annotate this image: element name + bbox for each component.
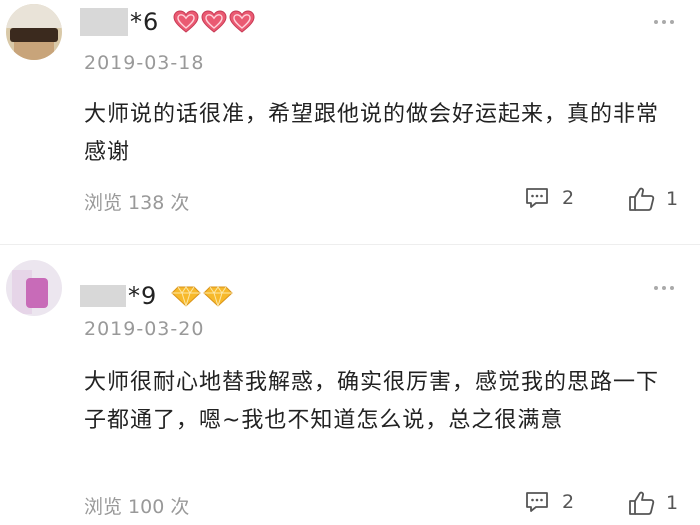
comment-item: *9 2019-03-20 大师很耐心地替我解惑，确实很厉害，感觉我的思路一下子… — [0, 0, 700, 518]
view-count: 浏览 100 次 — [84, 496, 190, 518]
reply-count: 2 — [562, 491, 575, 513]
thumbs-up-icon — [629, 491, 655, 515]
like-button[interactable]: 1 — [628, 490, 678, 516]
diamond-icon — [171, 286, 202, 307]
name-mask — [80, 285, 126, 307]
avatar[interactable] — [6, 260, 62, 316]
level-badges — [171, 285, 234, 307]
reply-button[interactable]: 2 — [524, 490, 574, 514]
username[interactable]: *9 — [128, 282, 157, 310]
comment-icon — [526, 492, 548, 512]
like-count: 1 — [666, 492, 679, 514]
comment-footer: 浏览 100 次 2 1 — [84, 490, 684, 522]
user-name-row: *9 — [80, 282, 234, 310]
more-options-icon[interactable] — [654, 286, 674, 290]
comment-date: 2019-03-20 — [84, 318, 205, 340]
diamond-icon — [203, 286, 234, 307]
comment-text: 大师很耐心地替我解惑，确实很厉害，感觉我的思路一下子都通了，嗯~我也不知道怎么说… — [84, 370, 660, 433]
